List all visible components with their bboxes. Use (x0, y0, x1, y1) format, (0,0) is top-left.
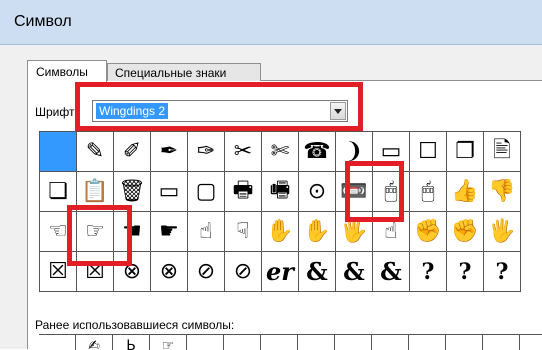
symbol-grid: ✎ ✐ ✒ ✑ ✂ ✄ ☎ ❩ ▭ ☐ ❐ 🖹 ❏ 📋 🗑 ▭ ▢ 🖶 🖷 ⊙ 📼 🖱 🖱 👍 👎 ☜ ☞ ☚ ☛ ☝ ☟ ✋ ✋ 🖐 ☝ ✊ ✊ 🖐 ☒ ☒… (39, 131, 542, 292)
symbol-cell[interactable]: 🖐 (335, 211, 373, 252)
symbol-cell[interactable]: 🖐 (483, 211, 521, 252)
symbol-cell[interactable]: ⊗ (113, 251, 151, 292)
symbol-cell[interactable]: ✋ (261, 211, 299, 252)
symbol-cell[interactable]: ✊ (446, 211, 484, 252)
tab-symbols-label: Символы (36, 65, 88, 79)
symbol-cell[interactable]: & (298, 251, 336, 292)
symbol-cell[interactable]: ❏ (39, 171, 77, 212)
tab-symbols[interactable]: Символы (27, 60, 107, 84)
symbol-cell[interactable]: ☝ (187, 211, 225, 252)
symbol-cell[interactable]: ⊘ (224, 251, 262, 292)
symbol-cell[interactable]: 👎 (483, 171, 521, 212)
symbol-cell[interactable]: ☒ (39, 251, 77, 292)
recent-symbol-cell[interactable] (261, 335, 298, 350)
symbol-cell[interactable]: ? (409, 251, 447, 292)
symbol-cell[interactable] (39, 131, 77, 172)
font-label: Шрифт: (35, 105, 78, 119)
symbol-cell[interactable]: ✋ (298, 211, 336, 252)
recent-symbols-label: Ранее использовавшиеся символы: (35, 318, 235, 332)
symbol-cell[interactable]: er (261, 251, 299, 292)
symbol-cell[interactable]: ☞ (76, 211, 114, 252)
symbol-cell[interactable]: ⊗ (150, 251, 188, 292)
symbol-cell[interactable]: & (372, 251, 410, 292)
symbol-cell[interactable]: ❐ (446, 131, 484, 172)
recent-symbol-cell[interactable]: ☞ (150, 335, 187, 350)
symbol-cell[interactable]: 🖶 (224, 171, 262, 212)
symbol-cell[interactable]: ? (446, 251, 484, 292)
symbol-cell[interactable]: ☛ (150, 211, 188, 252)
recent-symbol-cell[interactable]: Ь (113, 335, 150, 350)
symbol-cell[interactable]: ✄ (261, 131, 299, 172)
symbol-cell[interactable]: ✐ (113, 131, 151, 172)
symbol-cell[interactable]: ? (483, 251, 521, 292)
symbol-cell[interactable]: ▭ (150, 171, 188, 212)
recent-symbol-cell[interactable] (335, 335, 372, 350)
symbol-cell[interactable]: 🗑 (113, 171, 151, 212)
symbol-cell[interactable]: ❩ (335, 131, 373, 172)
symbol-cell[interactable]: 👍 (446, 171, 484, 212)
tab-special-characters-label: Специальные знаки (115, 66, 227, 80)
symbol-cell[interactable]: 🖷 (261, 171, 299, 212)
symbol-cell[interactable]: 📋 (76, 171, 114, 212)
recent-symbol-cell[interactable]: ✍ (76, 335, 113, 350)
symbol-cell[interactable]: ⊘ (187, 251, 225, 292)
symbol-cell[interactable]: 📼 (335, 171, 373, 212)
symbol-cell[interactable]: ☚ (113, 211, 151, 252)
recent-symbol-cell[interactable] (39, 335, 76, 350)
symbol-cell[interactable]: 🖹 (483, 131, 521, 172)
symbol-cell[interactable]: ☟ (224, 211, 262, 252)
symbol-cell[interactable]: ☝ (372, 211, 410, 252)
recent-symbol-cell[interactable] (224, 335, 261, 350)
symbol-cell[interactable]: ✎ (76, 131, 114, 172)
font-select-value: Wingdings 2 (96, 103, 169, 119)
symbol-cell[interactable]: & (335, 251, 373, 292)
symbol-cell[interactable]: ✑ (187, 131, 225, 172)
symbol-cell[interactable]: ☐ (409, 131, 447, 172)
symbol-cell[interactable]: ✂ (224, 131, 262, 172)
tab-special-characters[interactable]: Специальные знаки (107, 63, 261, 82)
recent-symbol-cell[interactable] (483, 335, 520, 350)
title-bar: Символ (0, 0, 542, 45)
symbol-cell[interactable]: 🖱 (409, 171, 447, 212)
symbol-cell[interactable]: ⊙ (298, 171, 336, 212)
symbol-cell[interactable]: ▢ (187, 171, 225, 212)
symbol-cell[interactable]: ✊ (409, 211, 447, 252)
symbol-cell[interactable]: ✒ (150, 131, 188, 172)
recent-symbol-cell[interactable] (187, 335, 224, 350)
chevron-down-icon[interactable] (330, 102, 346, 120)
recent-symbol-cell[interactable] (372, 335, 409, 350)
window-title: Символ (14, 13, 72, 30)
symbol-cell[interactable]: ☜ (39, 211, 77, 252)
recent-symbol-cell[interactable] (298, 335, 335, 350)
symbol-cell[interactable]: ☒ (76, 251, 114, 292)
recent-symbol-cell[interactable] (409, 335, 446, 350)
symbol-cell[interactable]: 🖱 (372, 171, 410, 212)
recent-symbol-cell[interactable] (446, 335, 483, 350)
recent-symbols-row: ✍ Ь ☞ (39, 334, 542, 350)
font-select[interactable]: Wingdings 2 (92, 100, 348, 122)
symbol-cell[interactable]: ☎ (298, 131, 336, 172)
symbol-cell[interactable]: ▭ (372, 131, 410, 172)
